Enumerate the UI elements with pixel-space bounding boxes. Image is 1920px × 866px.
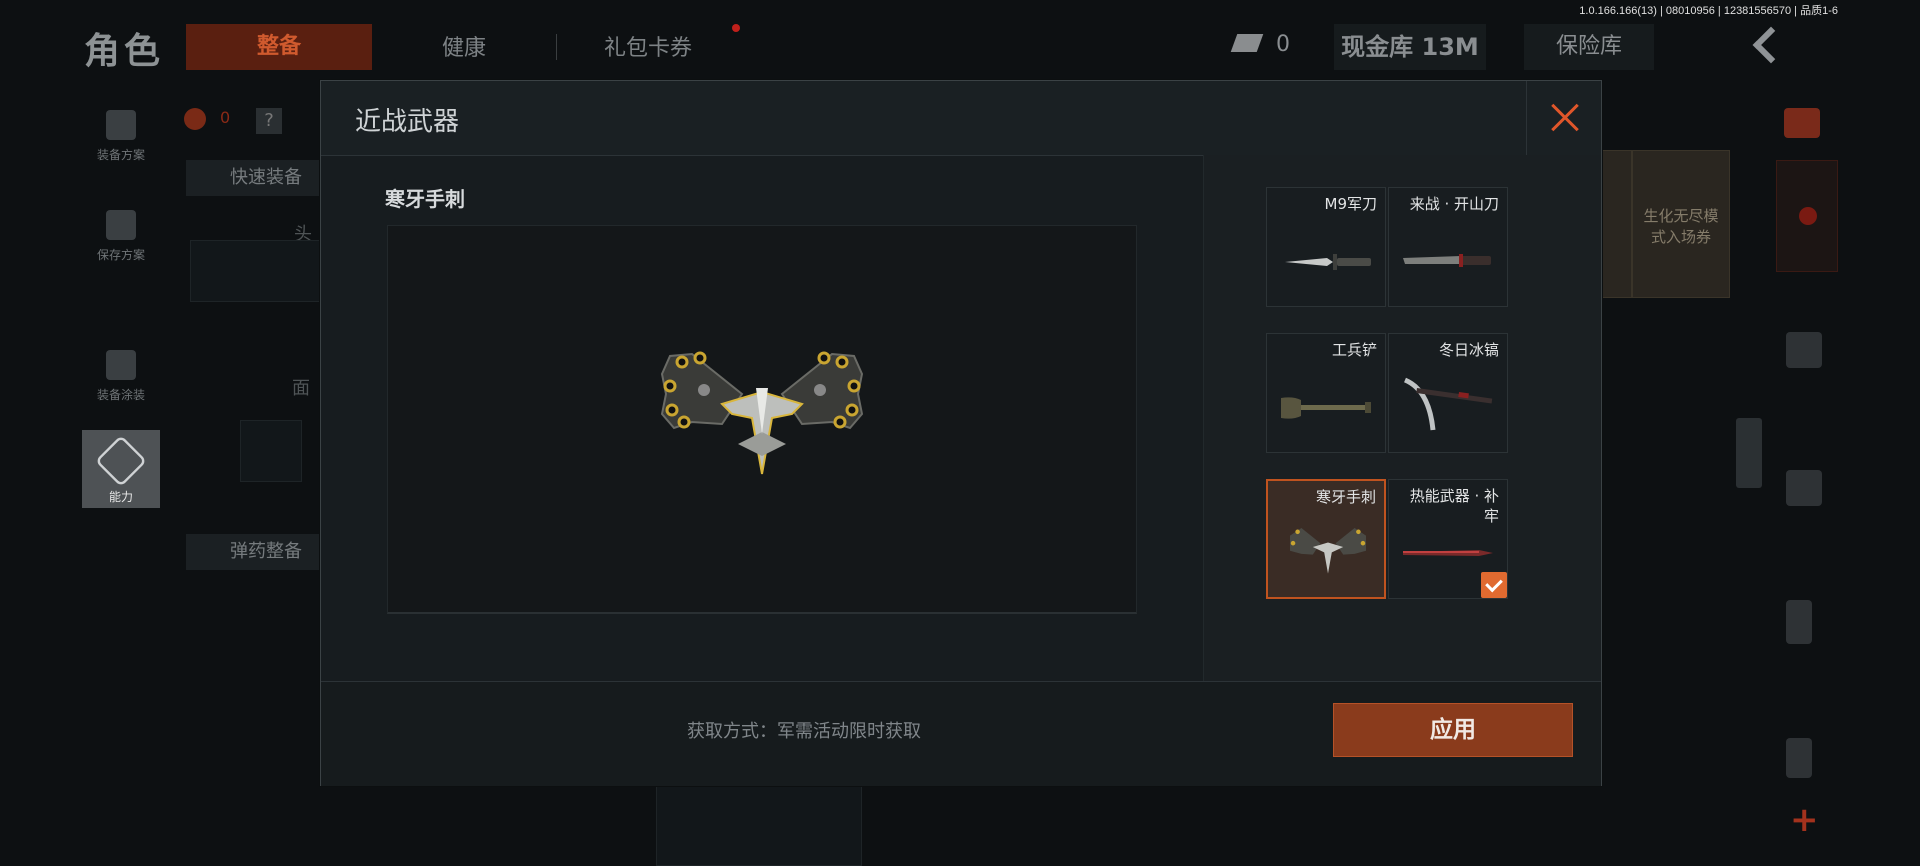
notification-dot <box>732 24 740 32</box>
item-icon[interactable] <box>1786 738 1812 778</box>
side-skins[interactable]: 装备涂装 <box>82 340 160 416</box>
magazine-icon[interactable] <box>1786 600 1812 644</box>
claw-weapon-image <box>660 351 864 475</box>
item-label: 寒牙手刺 <box>1315 488 1376 506</box>
equipped-check-icon <box>1481 572 1507 598</box>
weapon-item-thermal[interactable]: 热能武器 · 补牢 <box>1388 479 1508 599</box>
claw-icon <box>1290 528 1366 574</box>
slot-face-label: 面 <box>292 378 310 399</box>
item-label: 工兵铲 <box>1331 341 1377 359</box>
tab-gift-cards[interactable]: 礼包卡券 <box>604 30 692 62</box>
item-label: 来战 · 开山刀 <box>1409 195 1499 213</box>
vest-icon <box>106 110 136 140</box>
melee-weapon-dialog: 近战武器 寒牙手刺 获取方式：军需活动限时获取 应用 M9军刀 来战 · 开山刀… <box>320 80 1602 786</box>
scrollbar[interactable] <box>1736 418 1762 488</box>
side-label: 装备方案 <box>96 148 145 162</box>
wolf-icon[interactable] <box>1786 332 1822 368</box>
weapon-item-claw[interactable]: 寒牙手刺 <box>1266 479 1386 599</box>
slot-head[interactable] <box>190 240 322 302</box>
side-loadout-plan[interactable]: 装备方案 <box>82 100 160 176</box>
side-label: 保存方案 <box>96 248 145 262</box>
red-badge-slot[interactable] <box>1776 160 1838 272</box>
dialog-header: 近战武器 <box>321 81 1601 156</box>
cash-vault-button[interactable]: 现金库 13M <box>1334 24 1486 70</box>
weapon-item-machete[interactable]: 来战 · 开山刀 <box>1388 187 1508 307</box>
help-icon[interactable]: ? <box>256 108 282 134</box>
ability-icon <box>94 434 148 488</box>
side-label: 装备涂装 <box>96 388 145 402</box>
tab-health[interactable]: 健康 <box>442 30 486 62</box>
weapon-item-m9[interactable]: M9军刀 <box>1266 187 1386 307</box>
knife-icon <box>1285 254 1371 270</box>
bg-weapon-slot[interactable] <box>656 784 862 866</box>
shovel-icon <box>1281 397 1371 419</box>
slot-face[interactable] <box>240 420 302 482</box>
add-icon[interactable]: + <box>1790 800 1819 840</box>
weapon-item-ice-pick[interactable]: 冬日冰镐 <box>1388 333 1508 453</box>
weapon-preview <box>387 225 1137 614</box>
bg-page-title: 角色 <box>84 31 165 72</box>
weapon-item-shovel[interactable]: 工兵铲 <box>1266 333 1386 453</box>
close-icon[interactable] <box>1526 81 1601 155</box>
item-label: 冬日冰镐 <box>1438 341 1499 359</box>
acquisition-text: 获取方式：军需活动限时获取 <box>687 721 921 742</box>
side-ability[interactable]: 能力 <box>82 430 160 508</box>
event-ticket-card[interactable]: 生化无尽模式入场券 <box>1632 150 1730 298</box>
machete-icon <box>1403 254 1491 267</box>
ticket-label: 生化无尽模式入场券 <box>1643 207 1719 246</box>
selected-item-name: 寒牙手刺 <box>385 187 465 211</box>
download-icon <box>106 210 136 240</box>
cash-icon <box>1230 34 1264 52</box>
dialog-title: 近战武器 <box>355 107 460 137</box>
panel-divider <box>1203 155 1204 685</box>
stack-icon[interactable] <box>1784 108 1820 138</box>
red-count: 0 <box>220 108 231 127</box>
ammo-equip-label: 弹药整备 <box>230 541 302 562</box>
quick-equip-label: 快速装备 <box>230 167 302 188</box>
pickaxe-icon <box>1403 377 1493 431</box>
event-ticket-card-2[interactable] <box>1600 150 1632 298</box>
side-label: 能力 <box>108 490 133 504</box>
tab-prep[interactable]: 整备 <box>186 24 372 70</box>
apply-button[interactable]: 应用 <box>1333 703 1573 757</box>
side-save-plan[interactable]: 保存方案 <box>82 200 160 276</box>
cash-count: 0 <box>1276 32 1290 57</box>
fire-icon <box>184 108 206 130</box>
version-text: 1.0.166.166(13) | 08010956 | 12381556570… <box>1579 5 1838 17</box>
rifle-icon[interactable] <box>1786 470 1822 506</box>
helmet-icon <box>106 350 136 380</box>
tab-separator <box>556 34 557 60</box>
safe-button[interactable]: 保险库 <box>1524 24 1654 70</box>
item-label: M9军刀 <box>1324 195 1378 213</box>
back-arrow-icon[interactable] <box>1752 30 1780 58</box>
